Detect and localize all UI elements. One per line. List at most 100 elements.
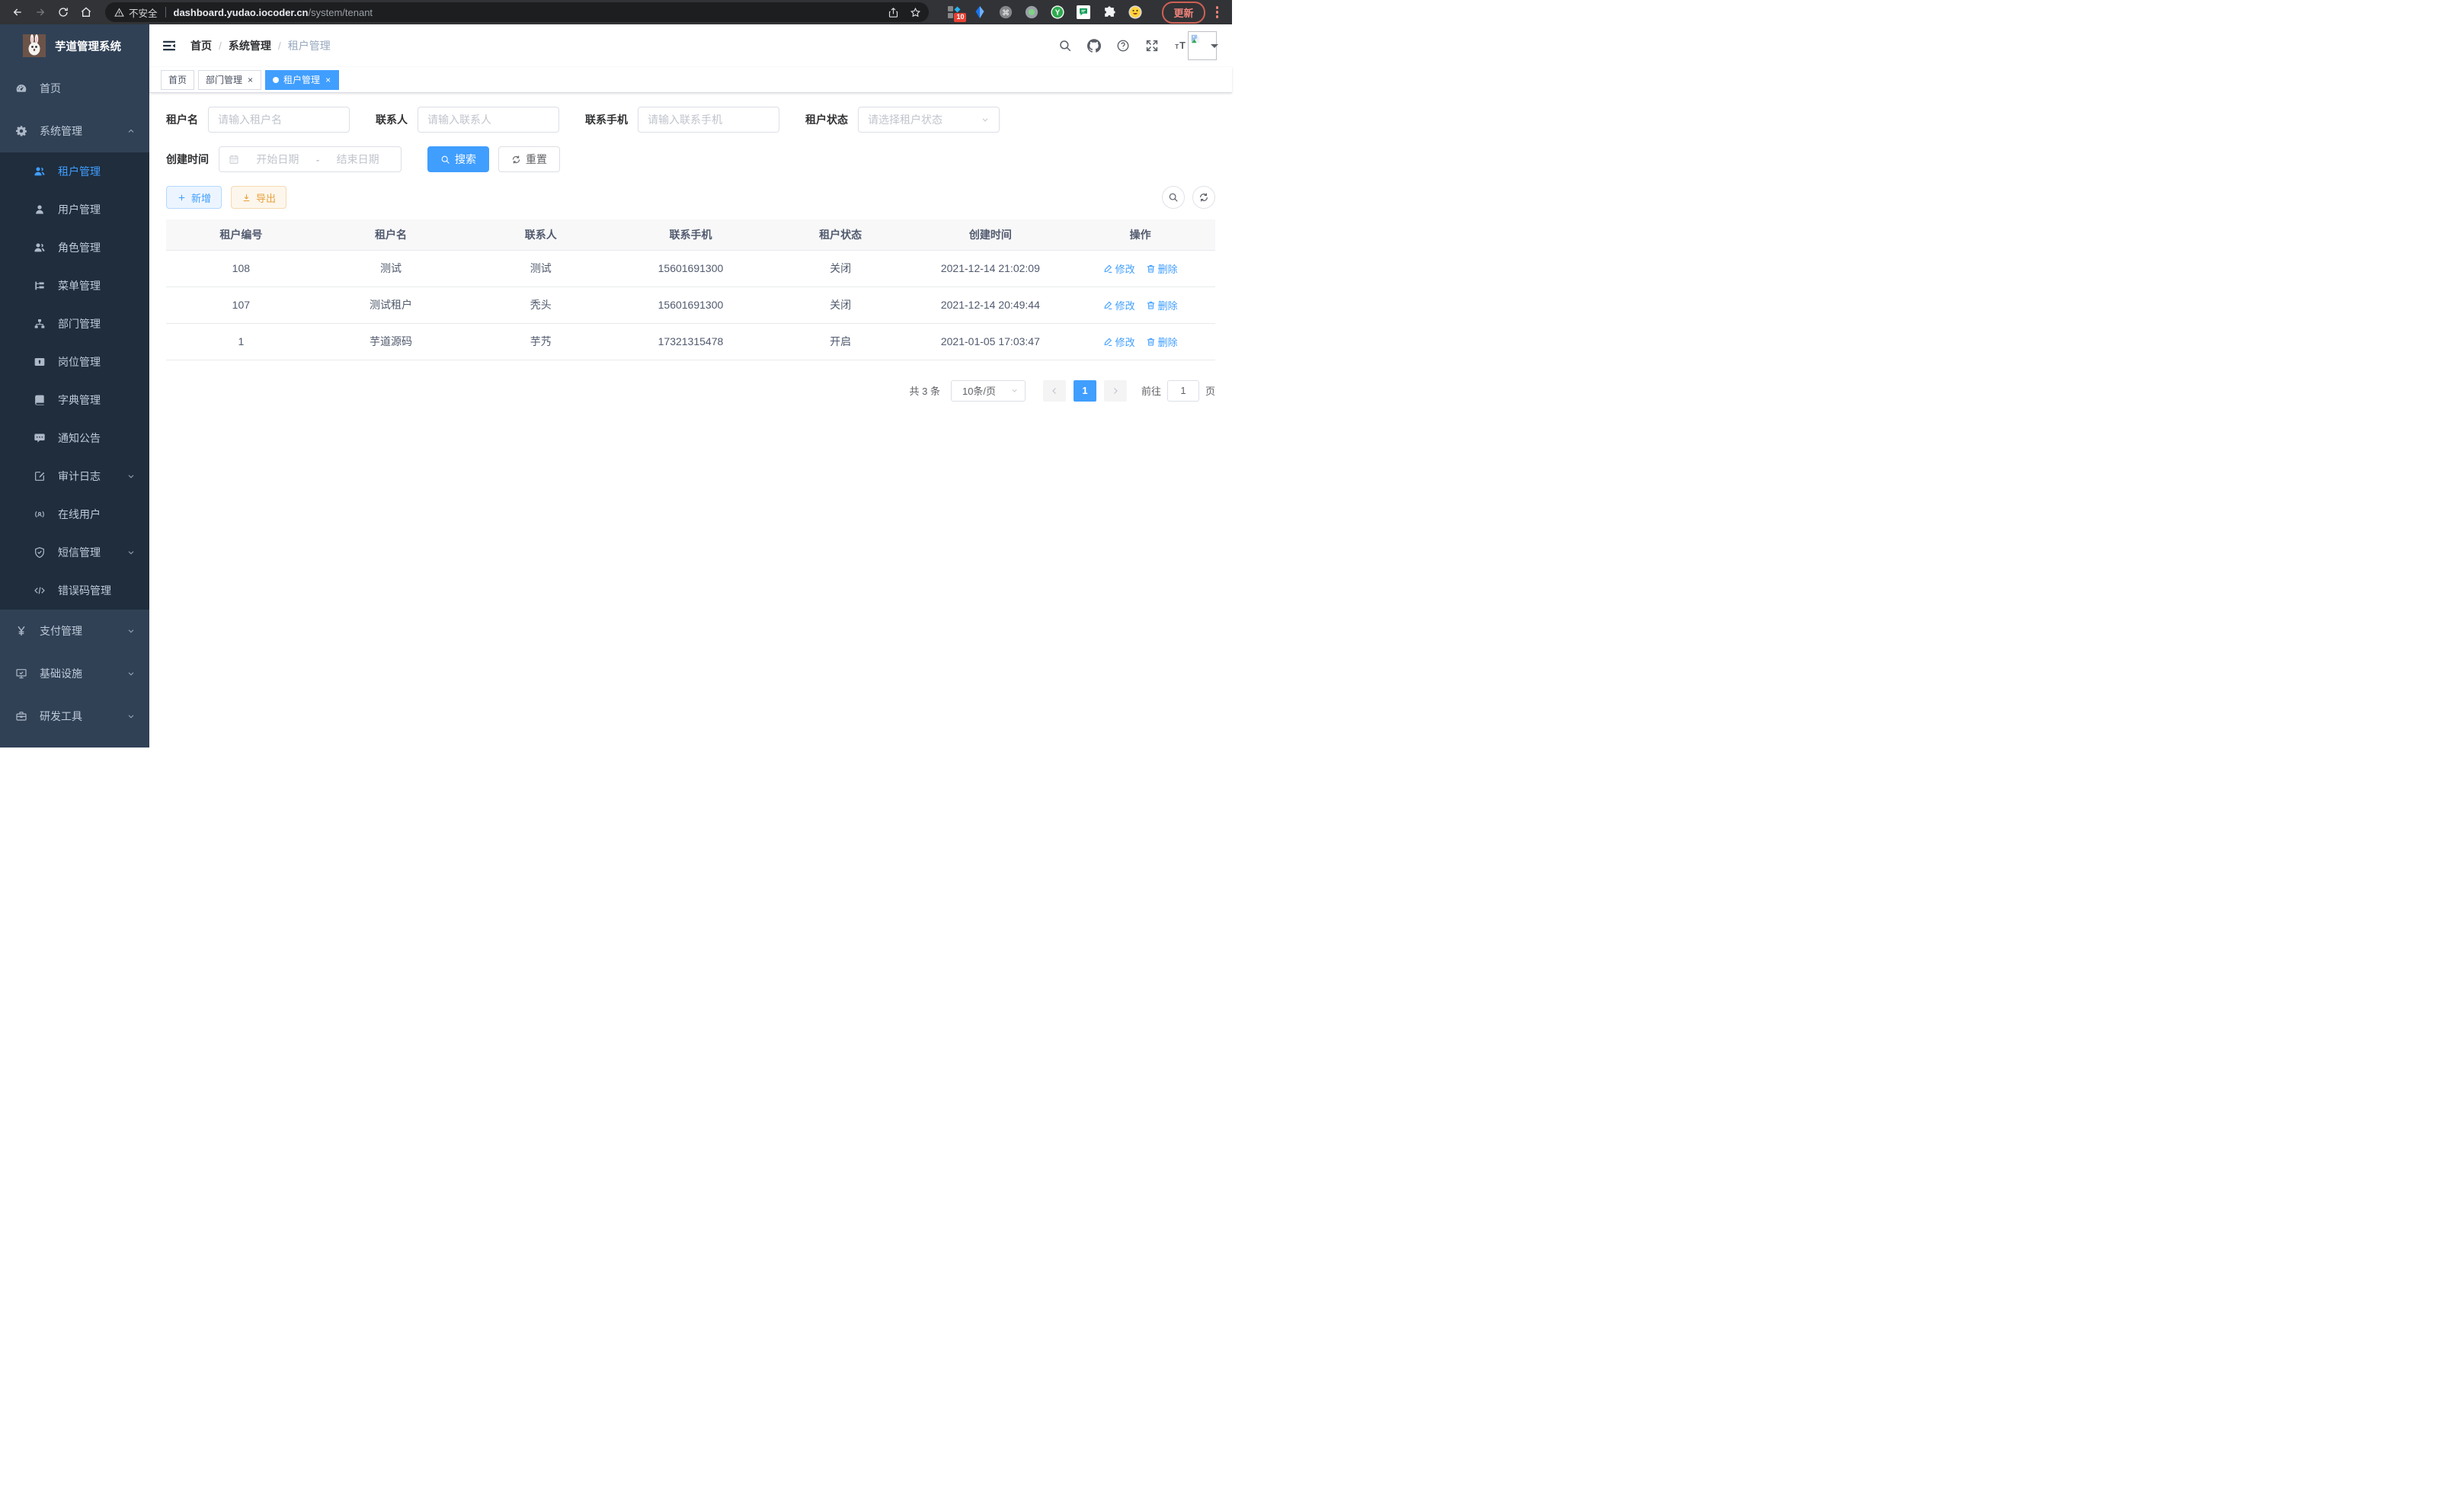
column-header: 租户名 — [316, 219, 466, 250]
sidebar-item-post[interactable]: 岗位管理 — [0, 343, 149, 381]
question-icon[interactable] — [1116, 39, 1130, 53]
add-button[interactable]: 新增 — [166, 186, 222, 209]
sidebar-item-dept[interactable]: 部门管理 — [0, 305, 149, 343]
tab-dept[interactable]: 部门管理× — [198, 70, 261, 90]
page-size-select[interactable]: 10条/页 — [951, 380, 1026, 402]
avatar-caret-icon[interactable] — [1211, 44, 1218, 52]
search-icon[interactable] — [1058, 39, 1072, 53]
browser-toolbar: 不安全 dashboard.yudao.iocoder.cn/system/te… — [0, 0, 1232, 24]
sidebar-item-notice[interactable]: 通知公告 — [0, 419, 149, 457]
online-icon — [34, 508, 46, 520]
delete-link[interactable]: 删除 — [1146, 335, 1178, 349]
tab-tenant[interactable]: 租户管理 × — [265, 70, 339, 90]
svg-text:⌘: ⌘ — [1003, 9, 1010, 18]
status-select-placeholder: 请选择租户状态 — [868, 112, 942, 127]
sidebar-item-menu[interactable]: 菜单管理 — [0, 267, 149, 305]
table-header-row: 租户编号租户名联系人联系手机租户状态创建时间操作 — [166, 219, 1215, 250]
sidebar-menu: 首页系统管理租户管理用户管理角色管理菜单管理部门管理岗位管理字典管理通知公告审计… — [0, 67, 149, 738]
hide-search-icon[interactable] — [1162, 186, 1185, 209]
url-host: dashboard.yudao.iocoder.cn — [174, 7, 309, 18]
reload-icon[interactable] — [53, 2, 73, 22]
edit-link[interactable]: 修改 — [1103, 261, 1135, 276]
emoji-icon[interactable] — [1128, 5, 1142, 19]
edit-link[interactable]: 修改 — [1103, 298, 1135, 312]
date-range-picker[interactable]: 开始日期 - 结束日期 — [219, 146, 402, 172]
sidebar-item-label: 菜单管理 — [58, 278, 101, 293]
sidebar-item-dict[interactable]: 字典管理 — [0, 381, 149, 419]
bookmark-star-icon[interactable] — [910, 7, 921, 18]
dict-icon — [34, 394, 46, 406]
extension-grid-icon[interactable]: 10 — [947, 5, 961, 19]
breadcrumb-item[interactable]: 首页 — [190, 38, 212, 53]
chevron-down-icon — [126, 548, 136, 557]
page-size-value: 10条/页 — [962, 383, 996, 398]
peoples-icon — [34, 165, 46, 178]
sidebar-item-dev-tools[interactable]: 研发工具 — [0, 695, 149, 738]
github-icon[interactable] — [1087, 39, 1101, 53]
share-icon[interactable] — [888, 7, 899, 18]
sidebar-item-home[interactable]: 首页 — [0, 67, 149, 110]
address-bar[interactable]: 不安全 dashboard.yudao.iocoder.cn/system/te… — [105, 2, 929, 22]
sidebar-item-label: 岗位管理 — [58, 354, 101, 370]
tab-home[interactable]: 首页 — [161, 70, 194, 90]
fullscreen-icon[interactable] — [1145, 39, 1159, 53]
back-icon[interactable] — [8, 2, 27, 22]
prev-page-icon[interactable] — [1043, 380, 1066, 402]
puzzle-icon[interactable] — [1102, 5, 1116, 19]
cell-mobile: 17321315478 — [616, 323, 766, 360]
not-secure-warning-icon[interactable] — [114, 8, 124, 18]
breadcrumb-item[interactable]: 系统管理 — [229, 38, 271, 53]
start-date-placeholder: 开始日期 — [244, 152, 312, 167]
tenant-name-input[interactable] — [218, 114, 340, 126]
next-page-icon[interactable] — [1104, 380, 1127, 402]
mobile-input[interactable] — [648, 114, 770, 126]
sidebar-toggle-icon[interactable] — [162, 38, 177, 53]
sidebar-item-error-code[interactable]: 错误码管理 — [0, 571, 149, 610]
cell-contact: 秃头 — [466, 287, 616, 323]
sidebar-item-tenant[interactable]: 租户管理 — [0, 152, 149, 190]
tab-label: 租户管理 — [283, 73, 320, 86]
app-logo[interactable]: 芋道管理系统 — [0, 24, 149, 67]
edit-link[interactable]: 修改 — [1103, 335, 1135, 349]
chat-icon[interactable] — [1077, 5, 1090, 19]
kite-icon[interactable] — [973, 5, 987, 19]
sidebar-item-label: 支付管理 — [40, 623, 82, 639]
close-icon[interactable]: × — [325, 75, 331, 85]
forward-icon[interactable] — [30, 2, 50, 22]
page-number-1[interactable]: 1 — [1074, 380, 1096, 402]
table-tools — [1162, 186, 1215, 209]
page-content: 租户名 联系人 联系手机 — [149, 93, 1232, 748]
sidebar-item-infrastructure[interactable]: 基础设施 — [0, 652, 149, 695]
browser-update-button[interactable]: 更新 — [1162, 2, 1205, 24]
browser-menu-icon[interactable] — [1210, 3, 1225, 21]
chevron-up-icon — [126, 126, 136, 136]
circle-dot-icon[interactable] — [1025, 5, 1038, 19]
sidebar-item-label: 审计日志 — [58, 469, 101, 484]
delete-link[interactable]: 删除 — [1146, 261, 1178, 276]
column-header: 租户状态 — [766, 219, 916, 250]
home-icon[interactable] — [76, 2, 96, 22]
reset-button[interactable]: 重置 — [498, 146, 560, 172]
search-button[interactable]: 搜索 — [427, 146, 489, 172]
status-select[interactable]: 请选择租户状态 — [858, 107, 1000, 133]
sidebar-item-label: 用户管理 — [58, 202, 101, 217]
export-button[interactable]: 导出 — [231, 186, 286, 209]
contact-input[interactable] — [427, 114, 549, 126]
chevron-down-icon — [126, 626, 136, 635]
sidebar-item-system[interactable]: 系统管理 — [0, 110, 149, 152]
command-icon[interactable]: ⌘ — [999, 5, 1013, 19]
cell-status: 开启 — [766, 323, 916, 360]
y-icon[interactable]: Y — [1051, 5, 1064, 19]
sidebar-item-online-user[interactable]: 在线用户 — [0, 495, 149, 533]
delete-link[interactable]: 删除 — [1146, 298, 1178, 312]
goto-page-input[interactable] — [1167, 380, 1199, 402]
sidebar-item-payment[interactable]: 支付管理 — [0, 610, 149, 652]
sidebar-item-role[interactable]: 角色管理 — [0, 229, 149, 267]
close-icon[interactable]: × — [247, 75, 254, 85]
sidebar-item-audit-log[interactable]: 审计日志 — [0, 457, 149, 495]
cell-created-time: 2021-12-14 20:49:44 — [916, 287, 1066, 323]
sidebar-item-user[interactable]: 用户管理 — [0, 190, 149, 229]
sidebar-item-sms[interactable]: 短信管理 — [0, 533, 149, 571]
refresh-icon[interactable] — [1192, 186, 1215, 209]
font-size-icon[interactable]: TT — [1174, 39, 1188, 53]
